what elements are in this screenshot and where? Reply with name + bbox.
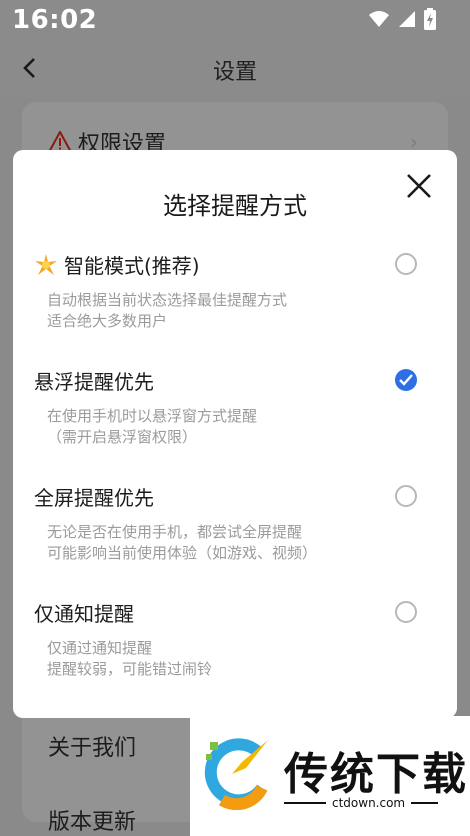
dialog-title: 选择提醒方式 — [163, 192, 307, 220]
status-bar: 16:02 — [0, 0, 470, 40]
option-title-text: 全屏提醒优先 — [34, 486, 154, 510]
option-description: 在使用手机时以悬浮窗方式提醒 （需开启悬浮窗权限） — [47, 406, 257, 448]
option-title-text: 悬浮提醒优先 — [34, 370, 154, 394]
radio-button[interactable] — [395, 601, 417, 623]
option-smart-mode[interactable]: 智能模式(推荐) 自动根据当前状态选择最佳提醒方式 适合绝大多数用户 — [13, 250, 457, 350]
reminder-mode-dialog: 选择提醒方式 智能模式(推荐) 自动根据当前状态选择最佳提醒方式 适合绝大多数用… — [13, 150, 457, 718]
option-desc-line: 自动根据当前状态选择最佳提醒方式 — [47, 291, 288, 309]
app-header: 设置 — [0, 40, 470, 98]
option-desc-line: 提醒较弱，可能错过闹铃 — [47, 660, 213, 678]
option-title-text: 智能模式(推荐) — [64, 254, 200, 278]
option-desc-line: 在使用手机时以悬浮窗方式提醒 — [47, 407, 258, 425]
wifi-icon — [369, 11, 389, 27]
option-title: 悬浮提醒优先 — [34, 366, 154, 395]
check-icon — [399, 374, 413, 386]
close-icon[interactable] — [405, 172, 433, 200]
status-time: 16:02 — [12, 5, 98, 35]
battery-charging-icon — [424, 8, 436, 30]
brand-text: 传统下载 — [284, 749, 468, 800]
brand-url: ctdown.com — [326, 796, 412, 810]
option-desc-line: 仅通过通知提醒 — [47, 639, 153, 657]
option-description: 仅通过通知提醒 提醒较弱，可能错过闹铃 — [47, 638, 212, 680]
brand-logo-icon — [204, 738, 268, 810]
option-description: 无论是否在使用手机，都尝试全屏提醒 可能影响当前使用体验（如游戏、视频） — [47, 522, 317, 564]
watermark: 传统下载 ctdown.com — [190, 716, 470, 836]
option-desc-line: 无论是否在使用手机，都尝试全屏提醒 — [47, 523, 303, 541]
settings-item-about[interactable]: 关于我们 — [48, 730, 136, 762]
option-notification-only[interactable]: 仅通知提醒 仅通过通知提醒 提醒较弱，可能错过闹铃 — [13, 598, 457, 698]
option-floating-first[interactable]: 悬浮提醒优先 在使用手机时以悬浮窗方式提醒 （需开启悬浮窗权限） — [13, 366, 457, 466]
radio-button[interactable] — [395, 485, 417, 507]
option-desc-line: 可能影响当前使用体验（如游戏、视频） — [47, 544, 318, 562]
status-icons — [368, 8, 436, 30]
signal-icon — [399, 11, 415, 27]
option-title-text: 仅通知提醒 — [34, 602, 134, 626]
option-title: 全屏提醒优先 — [34, 482, 154, 511]
option-fullscreen-first[interactable]: 全屏提醒优先 无论是否在使用手机，都尝试全屏提醒 可能影响当前使用体验（如游戏、… — [13, 482, 457, 582]
radio-button-checked[interactable] — [395, 369, 417, 391]
settings-item-update[interactable]: 版本更新 — [48, 804, 136, 836]
page-title: 设置 — [212, 60, 257, 85]
option-desc-line: （需开启悬浮窗权限） — [47, 428, 198, 446]
option-title: 仅通知提醒 — [34, 598, 134, 627]
option-desc-line: 适合绝大多数用户 — [47, 312, 168, 330]
option-description: 自动根据当前状态选择最佳提醒方式 适合绝大多数用户 — [47, 290, 287, 332]
radio-button[interactable] — [395, 253, 417, 275]
sparkle-icon — [35, 253, 57, 275]
option-title: 智能模式(推荐) — [34, 250, 200, 279]
